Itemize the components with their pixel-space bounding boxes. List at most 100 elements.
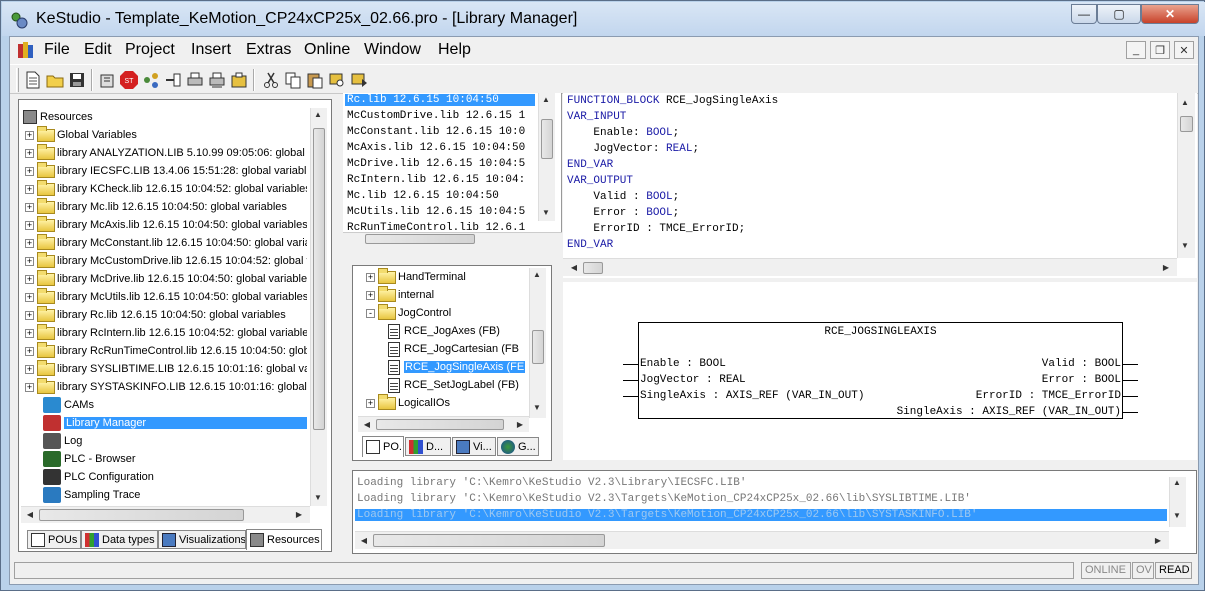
library-list-item[interactable]: Mc.lib 12.6.15 10:04:50 <box>345 190 499 202</box>
print-button[interactable] <box>184 69 206 91</box>
message-hscrollbar[interactable]: ◀ ▶ <box>355 531 1169 549</box>
tree-item[interactable]: + Global Variables <box>25 125 137 144</box>
scroll-thumb[interactable] <box>39 509 244 521</box>
menu-online[interactable]: Online <box>304 41 350 59</box>
tree-item[interactable]: Sampling Trace <box>43 486 140 504</box>
save-button[interactable] <box>66 69 88 91</box>
tree-item[interactable]: + library RcIntern.lib 12.6.15 10:04:52: … <box>25 323 307 342</box>
tree-item[interactable]: + library McCustomDrive.lib 12.6.15 10:04… <box>25 251 307 270</box>
expand-icon[interactable]: + <box>25 328 34 338</box>
declaration-editor[interactable]: FUNCTION_BLOCK RCE_JogSingleAxis VAR_INPU… <box>563 93 1197 278</box>
step-button[interactable] <box>162 69 184 91</box>
expand-icon[interactable]: + <box>25 130 34 140</box>
resources-hscrollbar[interactable]: ◀ ▶ <box>21 506 310 523</box>
library-list-item[interactable]: McDrive.lib 12.6.15 10:04:5 <box>345 158 525 170</box>
pou-tree-item[interactable]: + LogicalIOs <box>366 393 450 412</box>
mdi-restore-button[interactable]: ❐ <box>1150 41 1170 59</box>
scroll-up-icon[interactable]: ▲ <box>539 95 553 104</box>
expand-icon[interactable]: + <box>25 166 34 176</box>
new-button[interactable] <box>22 69 44 91</box>
project-button[interactable] <box>228 69 250 91</box>
mdi-document-icon[interactable] <box>16 40 36 60</box>
scroll-down-icon[interactable]: ▼ <box>1178 241 1192 250</box>
scroll-right-icon[interactable]: ▶ <box>292 510 306 519</box>
scroll-thumb[interactable] <box>583 262 603 274</box>
library-list-item[interactable]: McConstant.lib 12.6.15 10:0 <box>345 126 525 138</box>
tree-item[interactable]: + library McDrive.lib 12.6.15 10:04:50: g… <box>25 269 307 288</box>
tree-item[interactable]: PLC Configuration <box>43 468 154 486</box>
pou-tree[interactable]: + HandTerminal + internal - JogControl RCE_Jog… <box>358 268 528 420</box>
expand-icon[interactable]: + <box>366 290 375 300</box>
tree-root[interactable]: Resources <box>23 108 93 126</box>
expand-icon[interactable]: + <box>25 364 34 374</box>
tree-item[interactable]: PLC - Browser <box>43 450 136 468</box>
print-preview-button[interactable] <box>206 69 228 91</box>
login-button[interactable] <box>96 69 118 91</box>
scroll-up-icon[interactable]: ▲ <box>1170 478 1184 487</box>
tree-item[interactable]: Library Manager <box>43 414 307 432</box>
message-vscrollbar[interactable]: ▲ ▼ <box>1169 477 1186 527</box>
minimize-button[interactable]: — <box>1071 4 1097 24</box>
pou-tree-item[interactable]: RCE_JogSingleAxis (FE <box>388 358 526 376</box>
declaration-text[interactable]: FUNCTION_BLOCK RCE_JogSingleAxis VAR_INPU… <box>563 95 1173 255</box>
tree-item[interactable]: + library ANALYZATION.LIB 5.10.99 09:05:0… <box>25 143 305 162</box>
menu-extras[interactable]: Extras <box>246 41 291 59</box>
library-list-item[interactable]: RcRunTimeControl.lib 12.6.1 <box>345 222 525 232</box>
collapse-icon[interactable]: - <box>366 308 375 318</box>
library-list-item[interactable]: RcIntern.lib 12.6.15 10:04: <box>345 174 525 186</box>
menu-project[interactable]: Project <box>125 41 175 59</box>
expand-icon[interactable]: + <box>25 274 34 284</box>
message-line[interactable]: Loading library 'C:\Kemro\KeStudio V2.3\… <box>357 477 746 489</box>
scroll-thumb[interactable] <box>313 128 325 430</box>
tab-resources[interactable]: Resources <box>246 529 322 550</box>
scroll-right-icon[interactable]: ▶ <box>1159 263 1173 272</box>
cut-button[interactable] <box>260 69 282 91</box>
declaration-vscrollbar[interactable]: ▲ ▼ <box>1177 93 1195 258</box>
message-line[interactable]: Loading library 'C:\Kemro\KeStudio V2.3\… <box>357 493 971 505</box>
scroll-left-icon[interactable]: ◀ <box>23 510 37 519</box>
tree-item[interactable]: + library IECSFC.LIB 13.4.06 15:51:28: gl… <box>25 161 307 180</box>
scroll-down-icon[interactable]: ▼ <box>311 493 325 502</box>
pou-vscrollbar[interactable]: ▲ ▼ <box>529 268 546 418</box>
tree-item[interactable]: + library McAxis.lib 12.6.15 10:04:50: gl… <box>25 215 307 234</box>
find-next-button[interactable] <box>348 69 370 91</box>
menu-help[interactable]: Help <box>438 41 471 59</box>
library-list-item[interactable]: McAxis.lib 12.6.15 10:04:50 <box>345 142 525 154</box>
tree-item[interactable]: + library McUtils.lib 12.6.15 10:04:50: g… <box>25 287 307 306</box>
pou-tree-item[interactable]: RCE_JogAxes (FB) <box>388 322 500 340</box>
tree-item[interactable]: + library SYSTASKINFO.LIB 12.6.15 10:01:1… <box>25 377 307 396</box>
pou-hscrollbar[interactable]: ◀ ▶ <box>358 416 529 432</box>
library-list-item[interactable]: Rc.lib 12.6.15 10:04:50 <box>345 94 535 106</box>
stop-button[interactable]: ST <box>118 69 140 91</box>
expand-icon[interactable]: + <box>25 148 34 158</box>
scroll-down-icon[interactable]: ▼ <box>539 208 553 217</box>
menu-window[interactable]: Window <box>364 41 421 59</box>
pou-tree-item[interactable]: + HandTerminal <box>366 268 466 286</box>
expand-icon[interactable]: + <box>25 310 34 320</box>
pou-tree-item[interactable]: - JogControl <box>366 303 451 322</box>
tab-pous-small[interactable]: PO... <box>362 436 404 457</box>
scroll-up-icon[interactable]: ▲ <box>311 110 325 119</box>
expand-icon[interactable]: + <box>25 256 34 266</box>
tab-data-types[interactable]: Data types <box>81 530 158 549</box>
network-button[interactable] <box>140 69 162 91</box>
expand-icon[interactable]: + <box>25 346 34 356</box>
title-bar[interactable]: KeStudio - Template_KeMotion_CP24xCP25x_… <box>2 2 1205 36</box>
scroll-thumb[interactable] <box>376 419 504 430</box>
fb-graphic-panel[interactable]: RCE_JOGSINGLEAXIS Enable : BOOL JogVecto… <box>563 282 1197 460</box>
tree-item[interactable]: + library McConstant.lib 12.6.15 10:04:50… <box>25 233 307 252</box>
tab-globals-small[interactable]: G... <box>497 437 539 456</box>
pou-tree-item[interactable]: RCE_SetJogLabel (FB) <box>388 376 519 394</box>
tab-visualizations[interactable]: Visualizations <box>158 530 246 549</box>
expand-icon[interactable]: + <box>25 184 34 194</box>
expand-icon[interactable]: + <box>25 202 34 212</box>
scroll-right-icon[interactable]: ▶ <box>1151 536 1165 545</box>
expand-icon[interactable]: + <box>25 382 34 392</box>
find-button[interactable] <box>326 69 348 91</box>
menu-file[interactable]: File <box>44 41 70 59</box>
open-button[interactable] <box>44 69 66 91</box>
expand-icon[interactable]: + <box>25 238 34 248</box>
library-list-item[interactable]: McCustomDrive.lib 12.6.15 1 <box>345 110 525 122</box>
tab-visualizations-small[interactable]: Vi... <box>452 437 496 456</box>
message-list[interactable]: Loading library 'C:\Kemro\KeStudio V2.3\… <box>353 477 1167 533</box>
